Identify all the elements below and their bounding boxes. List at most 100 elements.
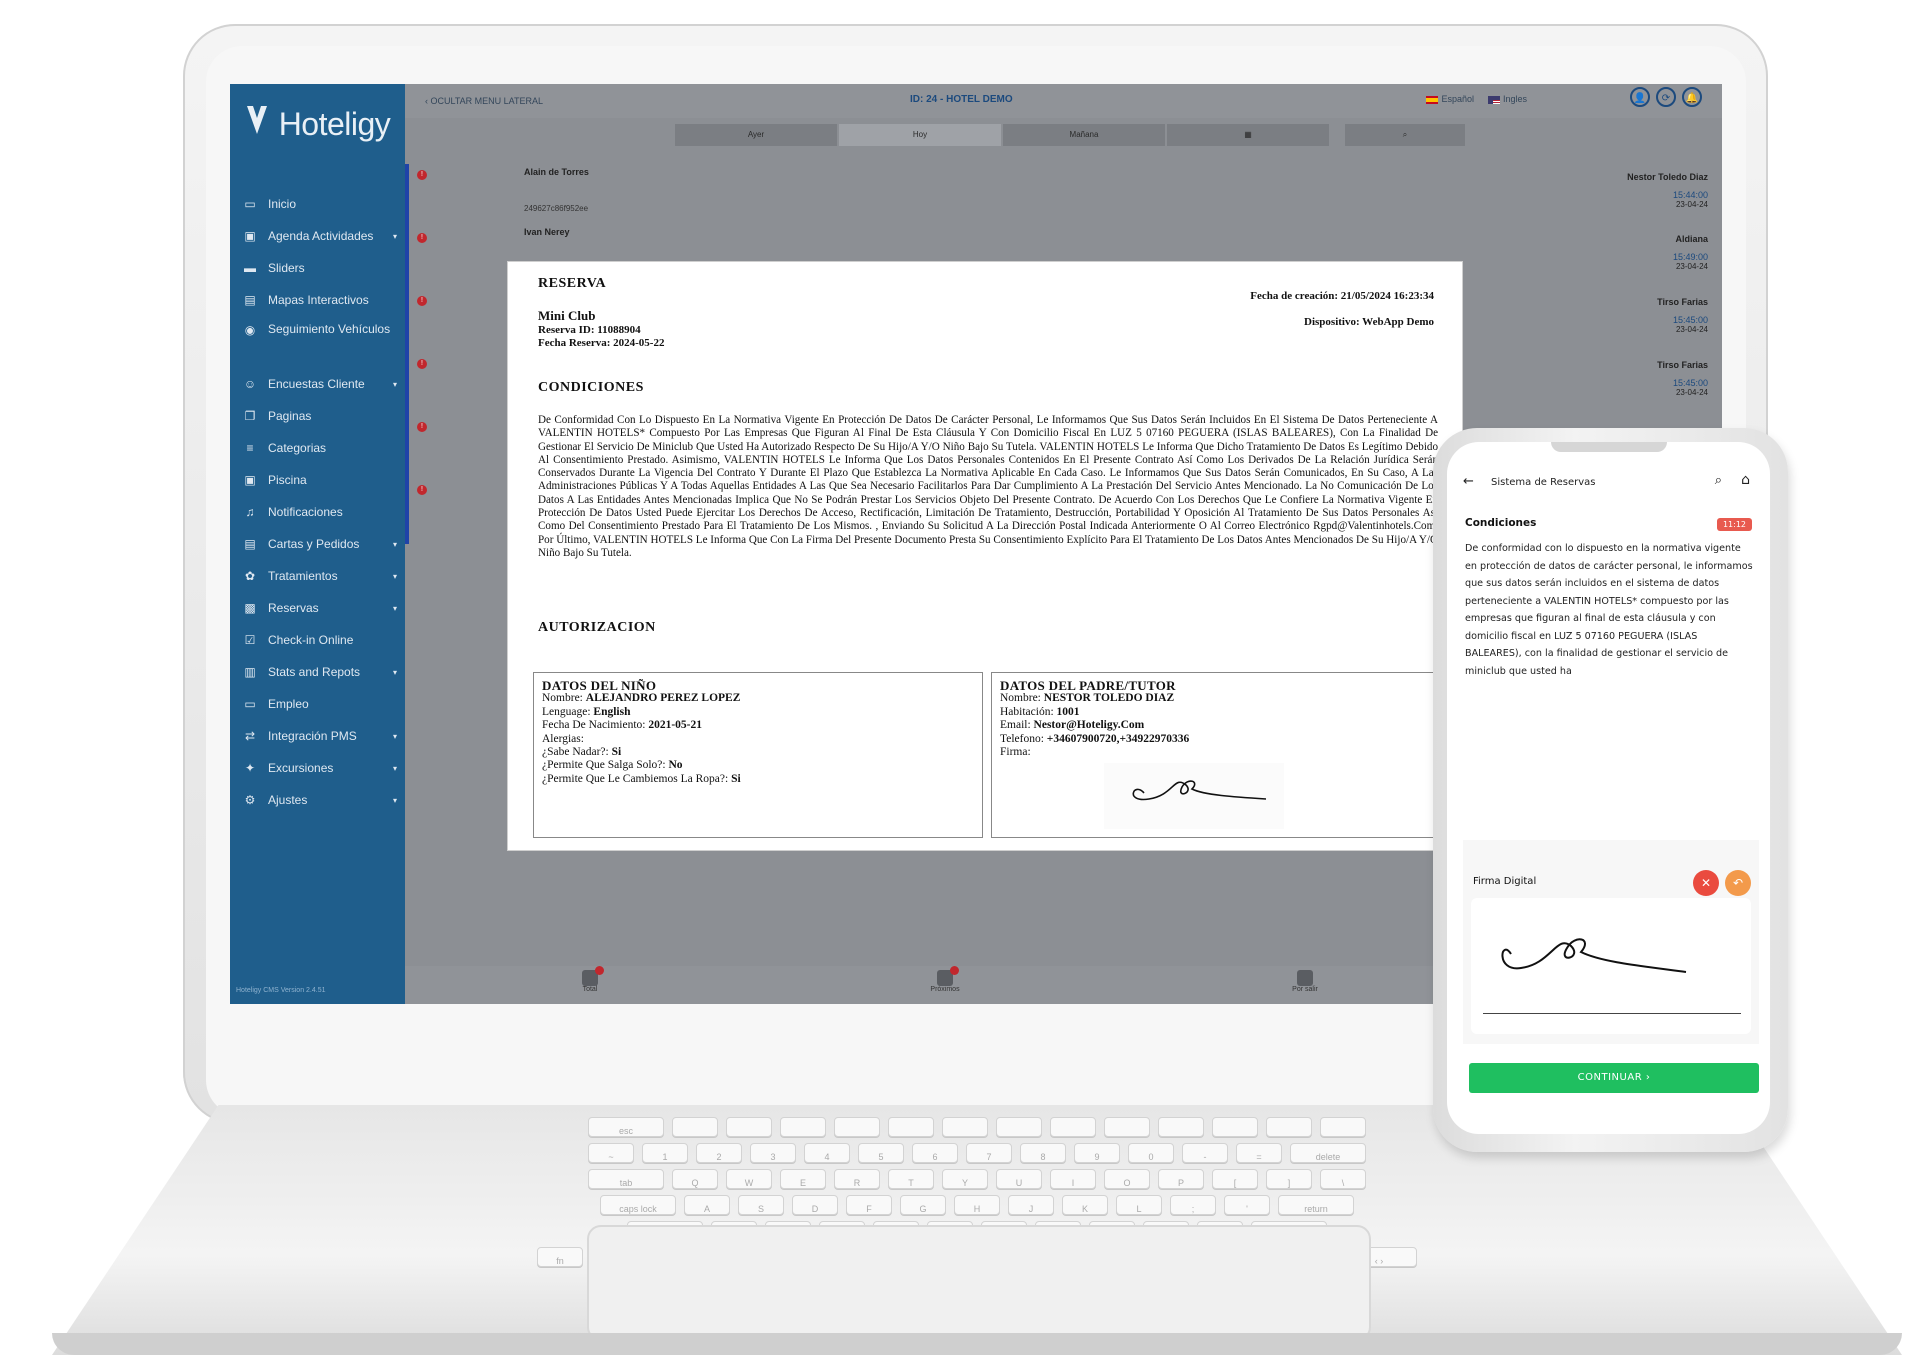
lang-en[interactable]: Ingles [1487, 94, 1527, 104]
keyboard-key[interactable] [1212, 1117, 1258, 1137]
sidebar-item[interactable]: ☑ Check-in Online [230, 624, 405, 656]
keyboard-key[interactable]: 4 [804, 1143, 850, 1163]
keyboard-key[interactable]: Q [672, 1169, 718, 1189]
keyboard-key[interactable]: O [1104, 1169, 1150, 1189]
keyboard-key[interactable]: U [996, 1169, 1042, 1189]
sidebar-item[interactable]: ▤ Cartas y Pedidos ▾ [230, 528, 405, 560]
keyboard-key[interactable]: 1 [642, 1143, 688, 1163]
keyboard-key[interactable]: P [1158, 1169, 1204, 1189]
tab-yesterday[interactable]: Ayer [675, 124, 837, 146]
keyboard-key[interactable]: fn [537, 1247, 583, 1267]
keyboard-key[interactable] [834, 1117, 880, 1137]
list-item[interactable]: Tirso Farias 15:45:00 23-04-24 [1657, 297, 1708, 334]
keyboard-key[interactable]: G [900, 1195, 946, 1215]
keyboard-key[interactable]: I [1050, 1169, 1096, 1189]
sidebar-item[interactable]: ✿ Tratamientos ▾ [230, 560, 405, 592]
keyboard-key[interactable] [1050, 1117, 1096, 1137]
keyboard-key[interactable]: 6 [912, 1143, 958, 1163]
list-item[interactable]: Nestor Toledo Diaz 15:44:00 23-04-24 [1627, 172, 1708, 209]
guest-name[interactable]: Alain de Torres [524, 167, 589, 177]
search-tab[interactable]: ⌕ [1345, 124, 1465, 146]
keyboard-key[interactable]: H [954, 1195, 1000, 1215]
keyboard-key[interactable]: Y [942, 1169, 988, 1189]
keyboard-key[interactable]: E [780, 1169, 826, 1189]
keyboard-key[interactable]: ' [1224, 1195, 1270, 1215]
sidebar-item[interactable]: ▬ Sliders [230, 252, 405, 284]
keyboard-key[interactable]: R [834, 1169, 880, 1189]
keyboard-key[interactable]: T [888, 1169, 934, 1189]
keyboard-key[interactable] [942, 1117, 988, 1137]
continue-button[interactable]: CONTINUAR › [1469, 1063, 1759, 1093]
keyboard-key[interactable] [996, 1117, 1042, 1137]
keyboard-key[interactable] [1158, 1117, 1204, 1137]
upcoming-button[interactable]: Próximos [905, 966, 985, 993]
sidebar-item[interactable]: ≡ Categorias [230, 432, 405, 464]
sidebar-item[interactable]: ▤ Mapas Interactivos [230, 284, 405, 316]
keyboard-key[interactable] [888, 1117, 934, 1137]
keyboard-key[interactable]: [ [1212, 1169, 1258, 1189]
tab-today[interactable]: Hoy [839, 124, 1001, 146]
keyboard-key[interactable]: - [1182, 1143, 1228, 1163]
keyboard-key[interactable]: caps lock [600, 1195, 676, 1215]
keyboard-key[interactable]: \ [1320, 1169, 1366, 1189]
keyboard-key[interactable]: 5 [858, 1143, 904, 1163]
back-arrow-icon[interactable]: ← [1463, 474, 1474, 489]
sidebar-item[interactable]: ▣ Piscina [230, 464, 405, 496]
total-button[interactable]: Total [550, 966, 630, 993]
keyboard-key[interactable] [672, 1117, 718, 1137]
keyboard-key[interactable]: delete [1290, 1143, 1366, 1163]
list-item[interactable]: Tirso Farias 15:45:00 23-04-24 [1657, 360, 1708, 397]
home-icon[interactable]: ⌂ [1741, 472, 1750, 488]
keyboard-key[interactable]: 0 [1128, 1143, 1174, 1163]
sidebar-item[interactable]: ✦ Excursiones ▾ [230, 752, 405, 784]
keyboard-key[interactable]: 9 [1074, 1143, 1120, 1163]
guest-name[interactable]: Ivan Nerey [524, 227, 570, 237]
hide-menu-link[interactable]: ‹ OCULTAR MENU LATERAL [425, 96, 543, 106]
keyboard-key[interactable]: = [1236, 1143, 1282, 1163]
sidebar-item[interactable]: ◉ Seguimiento Vehículos [230, 316, 405, 368]
list-item[interactable]: Aldiana 15:49:00 23-04-24 [1673, 234, 1708, 271]
keyboard-key[interactable]: tab [588, 1169, 664, 1189]
keyboard-key[interactable]: return [1278, 1195, 1354, 1215]
sidebar-item[interactable]: ▣ Agenda Actividades ▾ [230, 220, 405, 252]
sidebar-item[interactable]: ❐ Paginas [230, 400, 405, 432]
keyboard-key[interactable]: A [684, 1195, 730, 1215]
sidebar-item[interactable]: ♫ Notificaciones [230, 496, 405, 528]
sidebar-item[interactable]: ▥ Stats and Repots ▾ [230, 656, 405, 688]
signature-canvas[interactable] [1471, 898, 1751, 1034]
bell-icon[interactable]: 🔔 [1682, 87, 1702, 107]
checkout-button[interactable]: Por salir [1265, 970, 1345, 993]
sidebar-item[interactable]: ▩ Reservas ▾ [230, 592, 405, 624]
keyboard-key[interactable] [1266, 1117, 1312, 1137]
search-icon[interactable]: ⌕ [1715, 473, 1722, 488]
keyboard-key[interactable]: esc [588, 1117, 664, 1137]
sidebar-item[interactable]: ▭ Empleo [230, 688, 405, 720]
sidebar-item[interactable]: ⚙ Ajustes ▾ [230, 784, 405, 816]
keyboard-key[interactable]: L [1116, 1195, 1162, 1215]
keyboard-key[interactable] [780, 1117, 826, 1137]
keyboard-key[interactable]: ] [1266, 1169, 1312, 1189]
keyboard-key[interactable]: F [846, 1195, 892, 1215]
keyboard-key[interactable]: 2 [696, 1143, 742, 1163]
keyboard-key[interactable]: ~ [588, 1143, 634, 1163]
keyboard-key[interactable]: 8 [1020, 1143, 1066, 1163]
keyboard-key[interactable] [726, 1117, 772, 1137]
refresh-icon[interactable]: ⟳ [1656, 87, 1676, 107]
close-icon[interactable]: ✕ [1693, 870, 1719, 896]
keyboard-key[interactable]: S [738, 1195, 784, 1215]
sidebar-item[interactable]: ☺ Encuestas Cliente ▾ [230, 368, 405, 400]
lang-es[interactable]: Español [1426, 94, 1474, 104]
sidebar-item[interactable]: ⇄ Integración PMS ▾ [230, 720, 405, 752]
keyboard-key[interactable] [1104, 1117, 1150, 1137]
keyboard-key[interactable]: D [792, 1195, 838, 1215]
keyboard-key[interactable]: W [726, 1169, 772, 1189]
undo-icon[interactable]: ↶ [1725, 870, 1751, 896]
user-icon[interactable]: 👤 [1630, 87, 1650, 107]
keyboard-key[interactable]: 3 [750, 1143, 796, 1163]
sidebar-item[interactable]: ▭ Inicio [230, 188, 405, 220]
keyboard-key[interactable] [1320, 1117, 1366, 1137]
keyboard-key[interactable]: K [1062, 1195, 1108, 1215]
keyboard-key[interactable]: ; [1170, 1195, 1216, 1215]
calendar-tab[interactable]: ▦ [1167, 124, 1329, 146]
trackpad[interactable] [587, 1225, 1371, 1341]
